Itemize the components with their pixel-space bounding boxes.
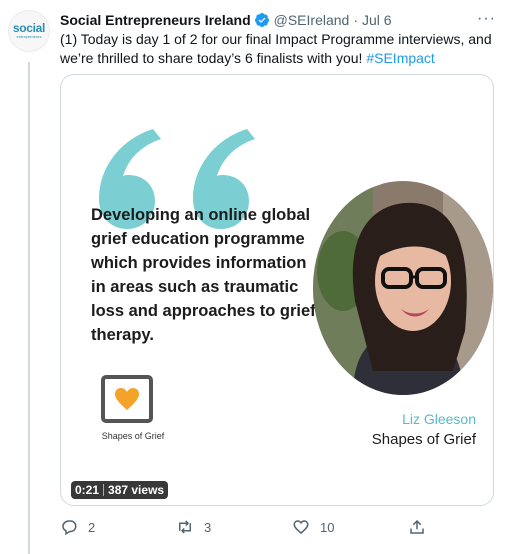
like-count: 10 (320, 519, 335, 535)
shapes-of-grief-logo (101, 375, 153, 423)
retweet-count: 3 (204, 519, 212, 535)
quote-text: Developing an online global grief educat… (91, 206, 316, 344)
tweet-header: Social Entrepreneurs Ireland @SEIreland … (60, 10, 496, 30)
more-icon[interactable]: ··· (477, 10, 496, 28)
video-duration: 0:21 (75, 483, 100, 497)
share-icon (410, 519, 424, 534)
hashtag-link[interactable]: #SEImpact (366, 50, 434, 66)
logo-label: Shapes of Grief (101, 431, 165, 441)
avatar[interactable]: social entrepreneurs (8, 10, 50, 52)
like-icon (293, 520, 309, 534)
avatar-logo-subtext: entrepreneurs (16, 34, 42, 39)
reply-count: 2 (88, 519, 96, 535)
account-name[interactable]: Social Entrepreneurs Ireland (60, 12, 251, 28)
tweet-text: (1) Today is day 1 of 2 for our final Im… (60, 30, 500, 68)
heart-icon (115, 388, 139, 410)
like-button[interactable]: 10 (292, 518, 334, 536)
reply-icon (62, 520, 77, 536)
video-stats-badge: 0:21 387 views (71, 481, 169, 499)
tweet-actions: 2 3 10 (60, 518, 480, 538)
account-handle[interactable]: @SEIreland (274, 12, 350, 28)
video-views: 387 views (108, 483, 165, 497)
retweet-icon (179, 520, 191, 534)
share-button[interactable] (408, 518, 436, 536)
retweet-button[interactable]: 3 (176, 518, 211, 536)
tweet-date[interactable]: Jul 6 (362, 12, 392, 28)
header-separator: · (353, 12, 358, 28)
person-photo (313, 181, 493, 395)
thread-line (28, 62, 30, 554)
verified-badge-icon (254, 12, 270, 28)
avatar-logo-text: social (12, 21, 46, 35)
person-name: Liz Gleeson (402, 411, 476, 427)
badge-divider (103, 484, 105, 496)
person-organization: Shapes of Grief (371, 431, 476, 448)
reply-button[interactable]: 2 (60, 518, 95, 536)
video-card[interactable]: Developing an online global grief educat… (60, 74, 494, 506)
